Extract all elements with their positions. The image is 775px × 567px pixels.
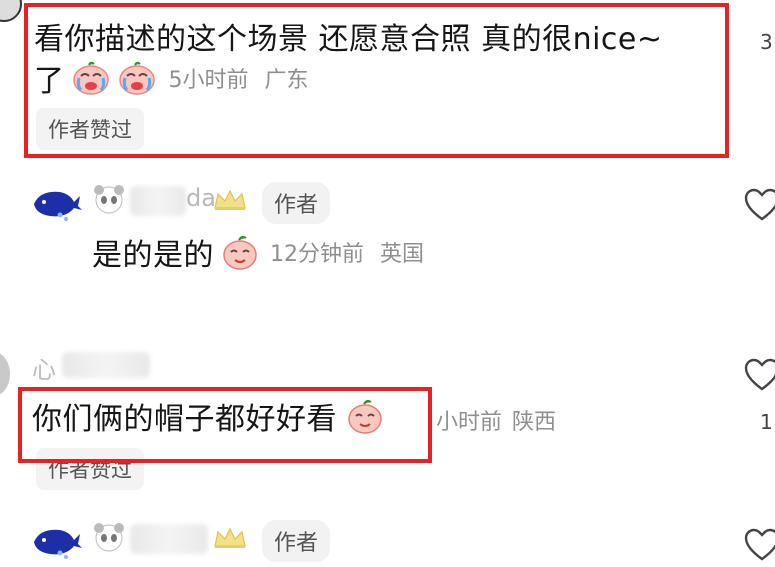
crown-icon	[214, 189, 246, 210]
avatar-partial-2[interactable]	[0, 352, 10, 396]
crown-icon	[214, 527, 246, 548]
reply-1-time: 12分钟前	[270, 242, 364, 267]
username-blurred-2	[62, 352, 150, 378]
author-tag: 作者	[262, 182, 331, 224]
peach-emoji-icon	[223, 235, 257, 270]
reply-1-line: 是的是的 12分钟前 英国	[92, 230, 424, 274]
comment-2-location: 陕西	[512, 410, 557, 435]
highlight-box-1	[24, 3, 729, 158]
panda-icon	[94, 523, 124, 552]
avatar-partial[interactable]	[0, 0, 22, 22]
comment-2-like-count: 1	[760, 410, 773, 434]
reply-1-text: 是的是的	[92, 238, 214, 273]
author-tag: 作者	[262, 520, 331, 562]
whale-avatar-icon[interactable]	[30, 182, 82, 224]
whale-avatar-icon[interactable]	[30, 520, 82, 562]
highlight-box-2	[18, 387, 432, 463]
reply-1-location: 英国	[380, 242, 425, 267]
username-blurred	[130, 186, 186, 216]
comment-1-like-count: 3	[760, 30, 773, 54]
comment-2-meta: 小时前 陕西	[436, 404, 556, 436]
like-heart-icon[interactable]	[744, 188, 775, 222]
comment-2-time: 小时前	[436, 410, 503, 435]
like-heart-icon[interactable]	[744, 528, 775, 562]
username-blurred-3	[130, 524, 208, 554]
like-heart-icon[interactable]	[744, 358, 775, 392]
comment-2-username-partial[interactable]: 心	[32, 350, 56, 385]
panda-icon	[94, 185, 124, 214]
